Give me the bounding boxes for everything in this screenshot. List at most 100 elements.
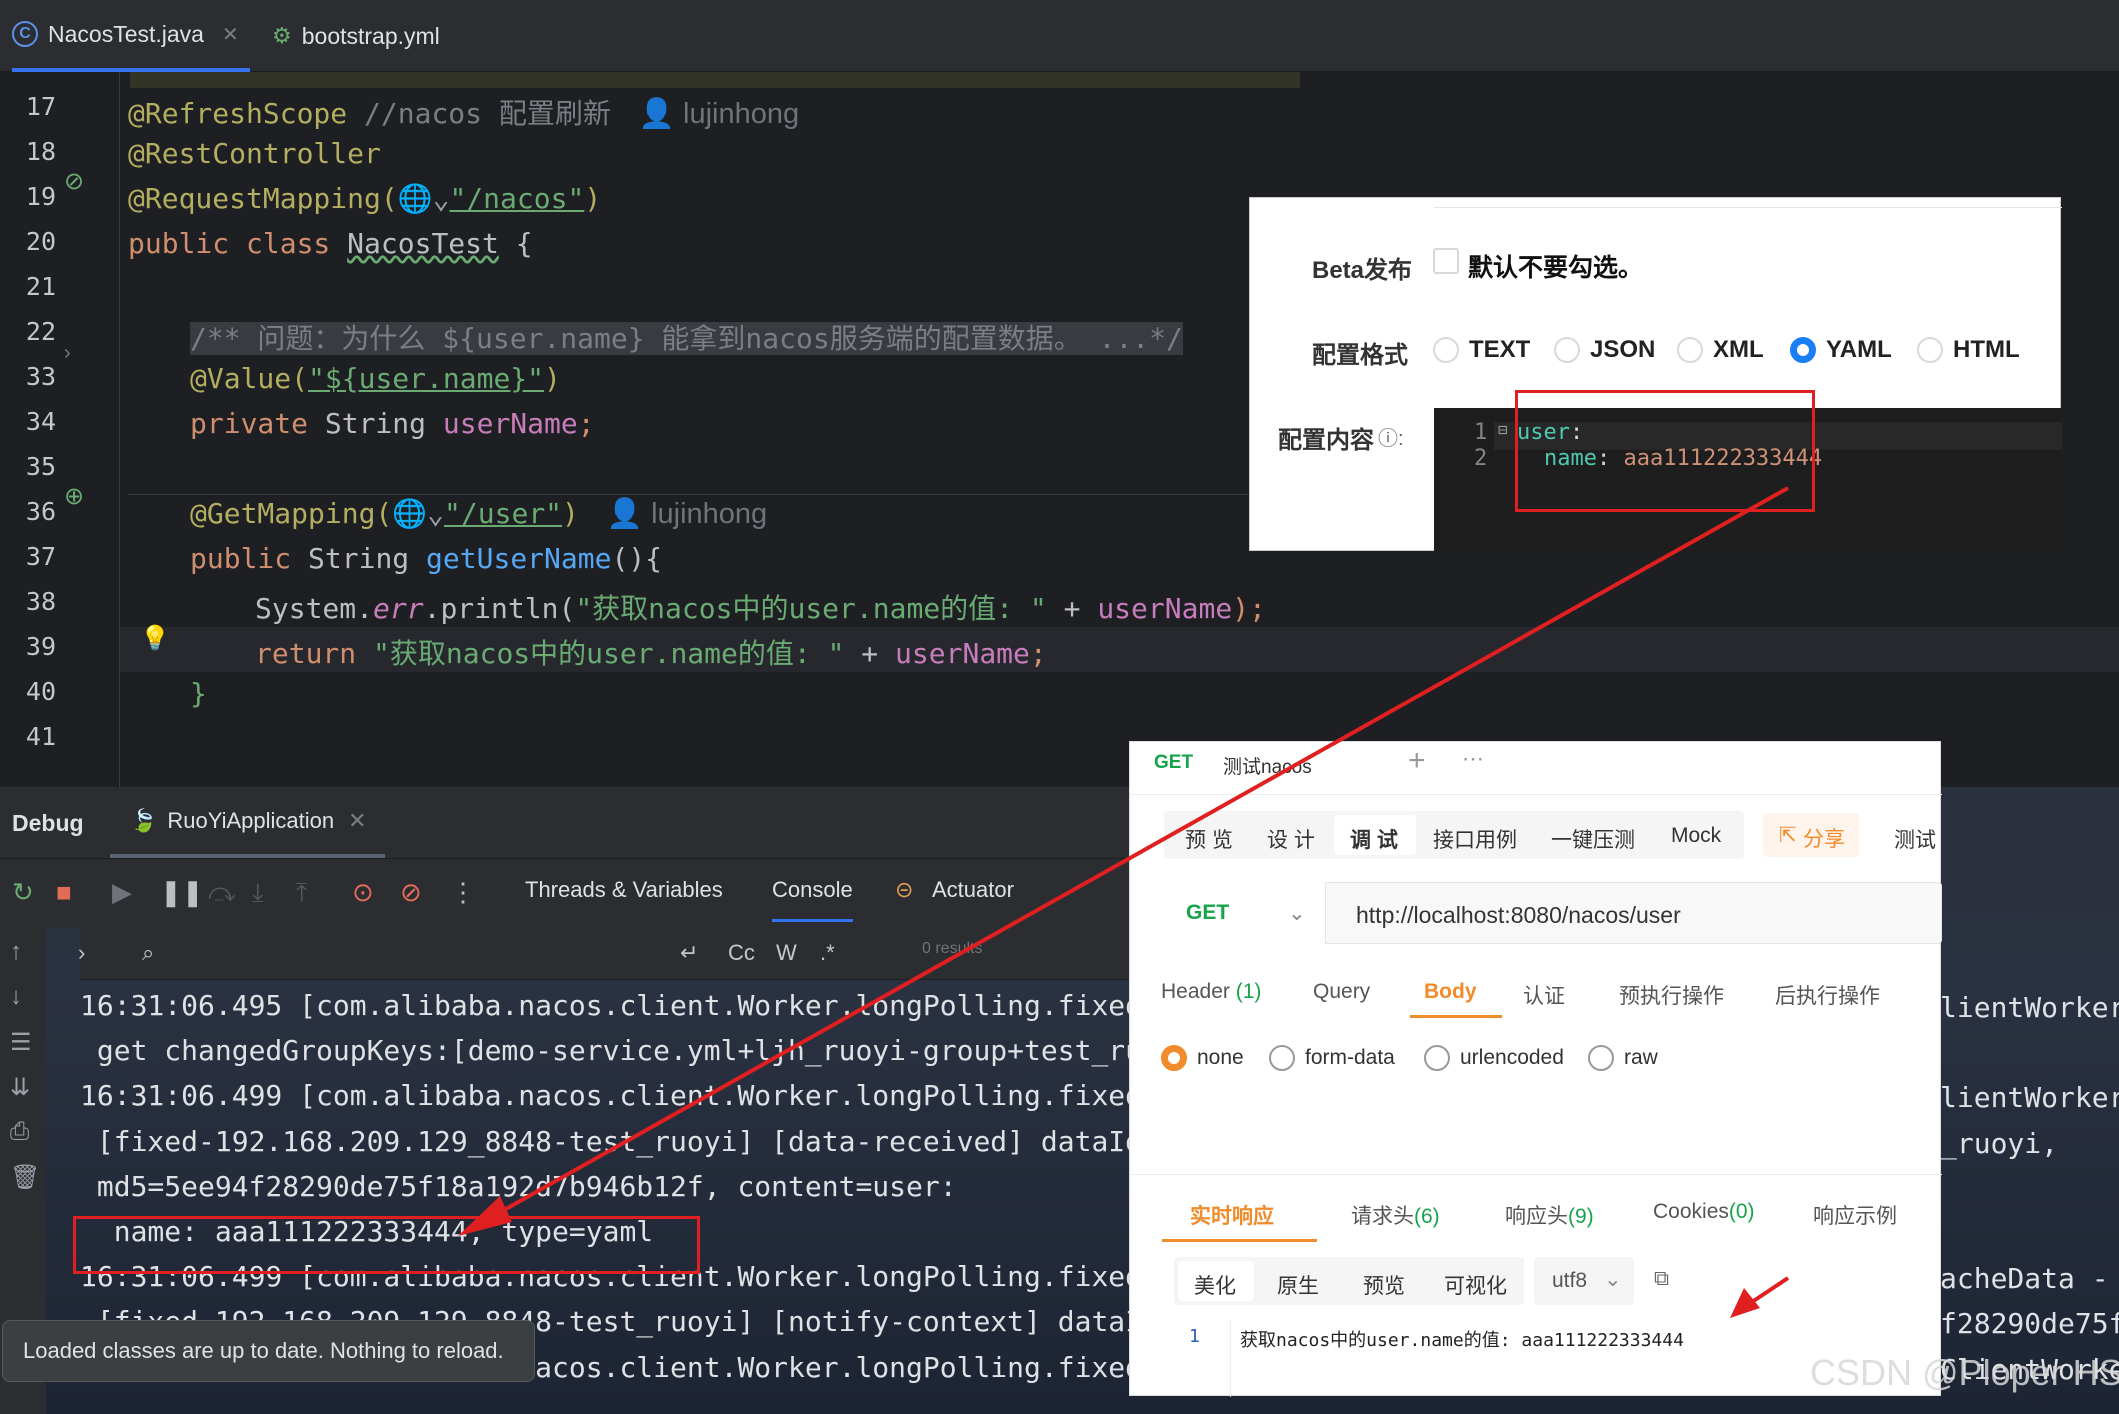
encoding-value: utf8 bbox=[1552, 1269, 1588, 1292]
param-tab-auth[interactable]: 认证 bbox=[1523, 980, 1565, 1010]
plus-icon[interactable]: + bbox=[1408, 744, 1426, 778]
tab-debug[interactable]: 调 试 bbox=[1350, 824, 1398, 854]
globe-icon[interactable]: 🌐⌄ bbox=[398, 182, 450, 215]
scroll-to-end-icon[interactable]: ⇊ bbox=[10, 1073, 30, 1102]
whole-word-toggle[interactable]: W bbox=[776, 940, 797, 966]
response-body[interactable]: 获取nacos中的user.name的值: aaa111222333444 bbox=[1240, 1326, 1684, 1352]
view-tab-visual[interactable]: 可视化 bbox=[1444, 1270, 1507, 1300]
help-icon[interactable]: ⓘ: bbox=[1378, 422, 1404, 451]
param-tab-post[interactable]: 后执行操作 bbox=[1775, 980, 1880, 1010]
tab-test[interactable]: 测试 bbox=[1894, 824, 1936, 854]
body-type-raw[interactable]: raw bbox=[1588, 1045, 1658, 1071]
tab-threads-variables[interactable]: Threads & Variables bbox=[525, 877, 723, 903]
mute-breakpoints-icon[interactable]: ⊘ bbox=[400, 877, 422, 908]
resp-tab-req-headers[interactable]: 请求头(6) bbox=[1351, 1200, 1440, 1230]
fold-icon[interactable]: ⊟ bbox=[1498, 420, 1508, 439]
spring-web-endpoint-icon[interactable]: ⊕ bbox=[64, 482, 84, 511]
scroll-up-icon[interactable]: ↑ bbox=[10, 938, 22, 966]
print-icon[interactable]: ⎙ bbox=[10, 1118, 29, 1146]
copy-icon[interactable]: ⧉ bbox=[1654, 1267, 1669, 1291]
field-ref: userName bbox=[1097, 592, 1233, 625]
code-line-22[interactable]: /** 问题：为什么 ${user.name} 能拿到nacos服务端的配置数据… bbox=[190, 317, 1183, 357]
globe-icon[interactable]: 🌐⌄ bbox=[392, 497, 444, 530]
resp-tab-live[interactable]: 实时响应 bbox=[1190, 1200, 1274, 1230]
fold-expand-icon[interactable]: › bbox=[64, 342, 71, 365]
param-tab-body[interactable]: Body bbox=[1424, 980, 1477, 1004]
view-tab-pretty[interactable]: 美化 bbox=[1194, 1270, 1236, 1300]
tab-load-test[interactable]: 一键压测 bbox=[1551, 824, 1635, 854]
request-tab-title[interactable]: 测试nacos bbox=[1223, 752, 1312, 779]
method-name: getUserName bbox=[426, 542, 612, 575]
more-icon[interactable]: ⋮ bbox=[450, 877, 476, 908]
tab-design[interactable]: 设 计 bbox=[1267, 824, 1315, 854]
tab-bootstrap-yml[interactable]: ⚙ bootstrap.yml bbox=[272, 0, 440, 72]
lightbulb-icon[interactable]: 💡 bbox=[140, 624, 170, 653]
spring-bean-icon[interactable]: ⊘ bbox=[64, 167, 84, 196]
view-tab-preview[interactable]: 预览 bbox=[1363, 1270, 1405, 1300]
step-into-icon[interactable]: ⤓ bbox=[252, 877, 264, 909]
new-line-icon[interactable]: ↵ bbox=[680, 940, 698, 966]
format-radio-xml[interactable]: XML bbox=[1677, 336, 1764, 364]
active-tab-indicator bbox=[1162, 1239, 1317, 1242]
hotswap-notification[interactable]: Loaded classes are up to date. Nothing t… bbox=[2, 1320, 535, 1382]
format-radio-yaml[interactable]: YAML bbox=[1790, 336, 1892, 364]
body-type-none[interactable]: none bbox=[1161, 1045, 1244, 1071]
tab-console[interactable]: Console bbox=[772, 877, 853, 922]
console-line: md5=5ee94f28290de75f18a192d7b946b12f, co… bbox=[80, 1169, 957, 1203]
value-expression[interactable]: "${user.name}" bbox=[308, 362, 544, 395]
search-icon[interactable]: ⌕ bbox=[142, 940, 154, 966]
close-icon[interactable]: ✕ bbox=[348, 808, 366, 834]
param-tab-pre[interactable]: 预执行操作 bbox=[1619, 980, 1724, 1010]
static-field: err bbox=[373, 592, 424, 625]
close-icon[interactable]: ✕ bbox=[222, 22, 239, 47]
run-config-tab[interactable]: 🍃 RuoYiApplication ✕ bbox=[110, 788, 385, 858]
rerun-icon[interactable]: ↻ bbox=[12, 877, 34, 908]
match-case-toggle[interactable]: Cc bbox=[728, 940, 755, 966]
url-input[interactable]: http://localhost:8080/nacos/user bbox=[1356, 902, 1681, 929]
folded-comment-highlight bbox=[130, 72, 1300, 88]
body-type-urlencoded[interactable]: urlencoded bbox=[1424, 1045, 1564, 1071]
body-type-form-data[interactable]: form-data bbox=[1269, 1045, 1395, 1071]
line-number: 2 bbox=[1474, 446, 1488, 471]
resp-tab-examples[interactable]: 响应示例 bbox=[1813, 1200, 1897, 1230]
code-line-34: private String userName; bbox=[190, 407, 595, 440]
editor-tab-bar: C NacosTest.java ✕ ⚙ bootstrap.yml bbox=[0, 0, 2119, 72]
scroll-down-icon[interactable]: ↓ bbox=[10, 983, 22, 1011]
format-radio-html[interactable]: HTML bbox=[1917, 336, 2020, 364]
view-tab-raw[interactable]: 原生 bbox=[1277, 1270, 1319, 1300]
format-radio-json[interactable]: JSON bbox=[1554, 336, 1655, 364]
param-tab-header[interactable]: Header (1) bbox=[1161, 980, 1261, 1004]
resp-tab-cookies[interactable]: Cookies(0) bbox=[1653, 1200, 1755, 1224]
view-breakpoints-icon[interactable]: ⊙ bbox=[352, 877, 374, 908]
method-select[interactable]: GET ⌄ bbox=[1164, 882, 1326, 944]
more-icon[interactable]: ⋯ bbox=[1462, 746, 1484, 772]
line-number: 17 bbox=[25, 92, 56, 121]
author-hint: 👤 lujinhong bbox=[606, 498, 768, 530]
tab-preview[interactable]: 预 览 bbox=[1185, 824, 1233, 854]
mapping-path[interactable]: "/nacos" bbox=[449, 182, 584, 215]
step-over-icon[interactable]: ⤼ bbox=[208, 877, 236, 909]
regex-toggle[interactable]: .* bbox=[820, 940, 835, 966]
pause-icon[interactable]: ❚❚ bbox=[160, 877, 204, 908]
trash-icon[interactable]: 🗑 bbox=[10, 1163, 40, 1192]
expand-icon[interactable]: › bbox=[78, 940, 85, 966]
share-button[interactable]: ⇱ 分享 bbox=[1763, 813, 1859, 857]
resume-icon[interactable]: ▶ bbox=[112, 877, 132, 908]
tab-mock[interactable]: Mock bbox=[1671, 824, 1721, 848]
mapping-path[interactable]: "/user" bbox=[444, 497, 562, 530]
beta-checkbox[interactable] bbox=[1433, 248, 1459, 274]
soft-wrap-icon[interactable]: ☰ bbox=[10, 1028, 32, 1057]
tab-nacostest-java[interactable]: C NacosTest.java ✕ bbox=[12, 0, 250, 72]
line-number: 21 bbox=[25, 272, 56, 301]
stop-icon[interactable]: ■ bbox=[56, 877, 72, 908]
step-out-icon[interactable]: ⤒ bbox=[296, 877, 308, 909]
code-line-38: System.err.println("获取nacos中的user.name的值… bbox=[255, 587, 1266, 627]
resp-tab-resp-headers[interactable]: 响应头(9) bbox=[1505, 1200, 1594, 1230]
tab-actuator[interactable]: Actuator bbox=[932, 877, 1014, 903]
format-radio-text[interactable]: TEXT bbox=[1433, 336, 1530, 364]
spring-boot-icon: 🍃 bbox=[130, 808, 158, 833]
folded-javadoc[interactable]: /** 问题：为什么 ${user.name} 能拿到nacos服务端的配置数据… bbox=[190, 322, 1183, 355]
encoding-select[interactable]: utf8 ⌄ bbox=[1534, 1257, 1634, 1305]
param-tab-query[interactable]: Query bbox=[1313, 980, 1370, 1004]
tab-test-cases[interactable]: 接口用例 bbox=[1433, 824, 1517, 854]
